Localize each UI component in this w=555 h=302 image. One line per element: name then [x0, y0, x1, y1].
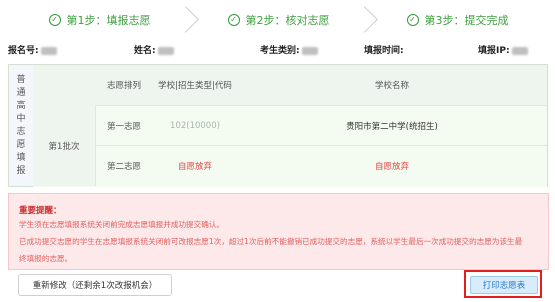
step-1: ✓ 第1步：填报志愿 [10, 6, 199, 34]
progress-steps: ✓ 第1步：填报志愿 ✓ 第2步：核对志愿 ✓ 第3步：提交完成 [10, 6, 547, 34]
important-notice: 重要提醒： 学生须在志愿填报系统关闭前完成志愿填报并成功提交确认。 已成功提交志… [8, 193, 549, 270]
table-side-title: 普 通 高 中 志 愿 填 报 [9, 65, 34, 186]
print-highlight-box: 打印志愿表 [464, 270, 542, 298]
header-code: 学校|招生类型|代码 [158, 81, 232, 91]
step-3: ✓ 第3步：提交完成 [368, 6, 547, 34]
header-order: 志愿排列 [106, 81, 141, 91]
step-2: ✓ 第2步：核对志愿 [189, 6, 378, 34]
name-label: 姓名: [134, 46, 156, 56]
print-form-button[interactable]: 打印志愿表 [470, 276, 538, 294]
submit-time: 填报时间: [364, 43, 404, 56]
notice-line: 学生须在志愿填报系统关闭前完成志愿填报并成功提交确认。 [19, 220, 225, 229]
registration-label: 报名号: [8, 46, 39, 56]
check-circle-icon: ✓ [48, 14, 61, 26]
header-school-name: 学校名称 [374, 81, 409, 91]
choices-table: 普 通 高 中 志 愿 填 报 志愿排列 学校|招生类型|代码 学校名称 第1批… [8, 64, 548, 187]
choice-school: 贵阳市第二中学(统招生) [346, 122, 438, 132]
step-1-label: 第1步：填报志愿 [66, 14, 151, 27]
redacted-value [511, 46, 528, 55]
student-name: 姓名: [134, 43, 174, 56]
student-category: 考生类别: [260, 43, 318, 56]
check-circle-icon: ✓ [227, 14, 240, 26]
notice-line: 已成功提交志愿的学生在志愿填报系统关闭前可改报志愿1次，超过1次后前不能撤销已成… [19, 237, 523, 246]
choice-code: 自愿放弃 [177, 162, 212, 172]
table-row: 第二志愿 自愿放弃 自愿放弃 [33, 145, 547, 187]
batch-cell: 第1批次 [33, 105, 96, 186]
redacted-value [40, 46, 57, 55]
choice-school: 自愿放弃 [374, 162, 409, 172]
table-header: 志愿排列 学校|招生类型|代码 学校名称 [33, 65, 547, 105]
student-info-bar: 报名号: 姓名: 考生类别: 填报时间: 填报IP: [8, 43, 548, 57]
check-circle-icon: ✓ [406, 14, 419, 26]
ip-label: 填报IP: [478, 46, 510, 56]
notice-title: 重要提醒： [19, 206, 62, 216]
category-label: 考生类别: [260, 46, 300, 56]
submit-ip: 填报IP: [478, 43, 528, 56]
redacted-value [301, 46, 318, 55]
modify-again-button[interactable]: 重新修改（还剩余1次改报机会） [18, 274, 172, 296]
redacted-value [157, 46, 174, 55]
choice-code: 102(10000) [170, 121, 220, 131]
step-3-label: 第3步：提交完成 [424, 14, 509, 27]
choice-order: 第二志愿 [106, 162, 141, 172]
step-2-label: 第2步：核对志愿 [245, 14, 330, 27]
table-row: 第一志愿 102(10000) 贵阳市第二中学(统招生) [33, 105, 547, 146]
time-label: 填报时间: [364, 46, 404, 56]
notice-line: 终填报的志愿。 [19, 254, 73, 263]
choice-order: 第一志愿 [106, 122, 141, 132]
registration-number: 报名号: [8, 43, 57, 56]
